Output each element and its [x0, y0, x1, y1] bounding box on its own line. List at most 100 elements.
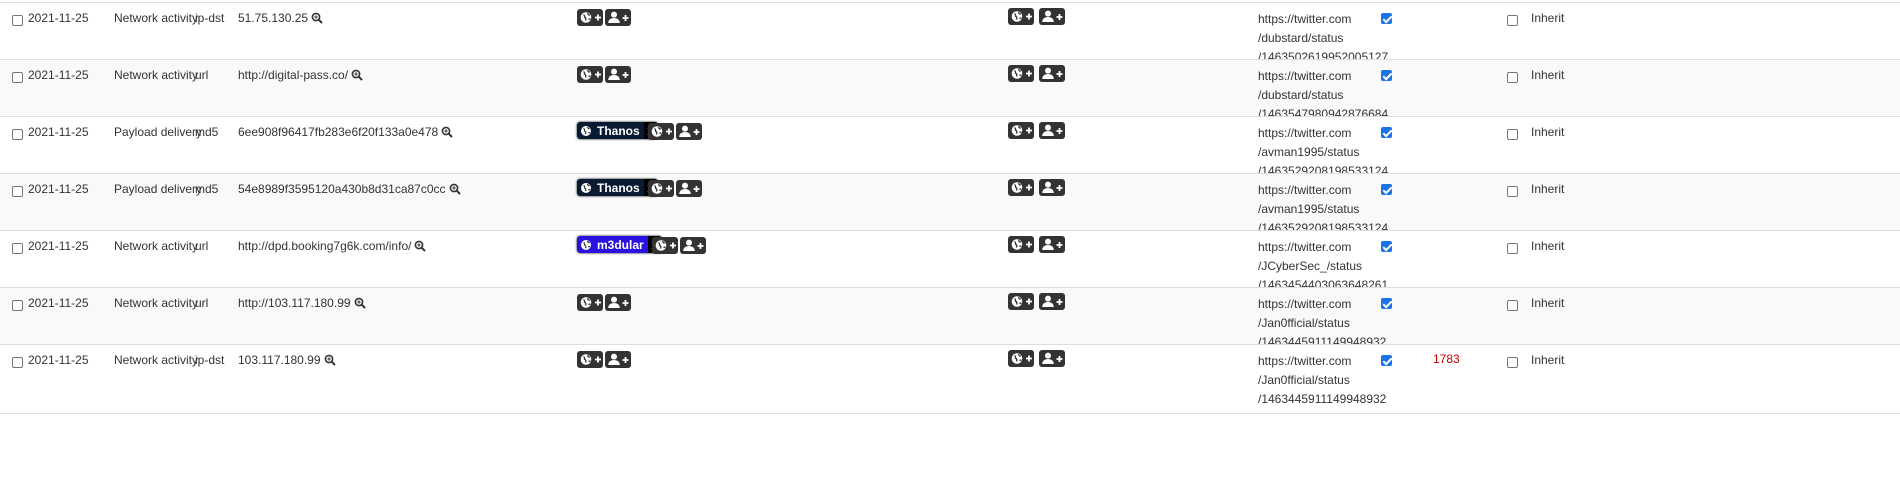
- add-galaxy-button[interactable]: [577, 9, 603, 26]
- add-galaxy-button[interactable]: [1008, 179, 1034, 196]
- add-tag-button[interactable]: [1039, 65, 1065, 82]
- correlate-checkbox[interactable]: [1507, 357, 1518, 368]
- add-tag-button[interactable]: [1039, 350, 1065, 367]
- value-text: 103.117.180.99: [238, 353, 321, 367]
- correlate-checkbox[interactable]: [1507, 72, 1518, 83]
- tag-label[interactable]: Thanos: [577, 122, 644, 139]
- add-galaxy-button[interactable]: [577, 294, 603, 311]
- type-cell: ip-dst: [195, 11, 225, 25]
- type-cell: url: [195, 68, 209, 82]
- add-tag-button[interactable]: [676, 123, 702, 140]
- count-cell[interactable]: 1783: [1433, 352, 1460, 366]
- reference-line: https://twitter.com: [1258, 354, 1352, 368]
- category-cell: Payload delivery: [114, 182, 203, 196]
- row-select-checkbox[interactable]: [12, 300, 23, 311]
- add-tag-button[interactable]: [605, 294, 631, 311]
- date-cell: 2021-11-25: [28, 353, 89, 367]
- add-tag-button[interactable]: [605, 9, 631, 26]
- add-tag-button[interactable]: [1039, 122, 1065, 139]
- to-ids-checkbox[interactable]: [1381, 355, 1392, 366]
- add-galaxy-button[interactable]: [1008, 122, 1034, 139]
- magnifier-icon[interactable]: [414, 240, 427, 252]
- tag-name: Thanos: [597, 180, 640, 195]
- to-ids-checkbox[interactable]: [1381, 70, 1392, 81]
- distribution-cell: Inherit: [1531, 239, 1565, 253]
- tag-thanos[interactable]: Thanosx: [577, 122, 658, 139]
- value-cell: 103.117.180.99: [238, 352, 336, 368]
- category-cell: Network activity: [114, 353, 199, 367]
- correlate-checkbox[interactable]: [1507, 186, 1518, 197]
- magnifier-icon[interactable]: [324, 354, 336, 366]
- row-select-checkbox[interactable]: [12, 357, 23, 368]
- add-galaxy-button[interactable]: [648, 180, 674, 197]
- tag-m3dular[interactable]: m3dularx: [577, 236, 662, 253]
- row-select-checkbox[interactable]: [12, 72, 23, 83]
- reference-line: /JCyberSec_/status: [1258, 259, 1363, 273]
- add-tag-button[interactable]: [1039, 293, 1065, 310]
- to-ids-checkbox[interactable]: [1381, 127, 1392, 138]
- add-tag-button[interactable]: [605, 66, 631, 83]
- tag-thanos[interactable]: Thanosx: [577, 179, 658, 196]
- add-galaxy-button[interactable]: [1008, 8, 1034, 25]
- date-cell: 2021-11-25: [28, 239, 89, 253]
- reference-cell: https://twitter.com/Jan0fficial/status/1…: [1258, 352, 1386, 409]
- category-cell: Network activity: [114, 68, 199, 82]
- row-select-checkbox[interactable]: [12, 129, 23, 140]
- distribution-cell: Inherit: [1531, 11, 1565, 25]
- add-galaxy-button[interactable]: [577, 66, 603, 83]
- type-cell: url: [195, 296, 209, 310]
- add-tag-button[interactable]: [1039, 179, 1065, 196]
- type-cell: md5: [195, 182, 219, 196]
- tag-label[interactable]: Thanos: [577, 179, 644, 196]
- add-galaxy-button[interactable]: [648, 123, 674, 140]
- add-tag-button[interactable]: [676, 180, 702, 197]
- add-galaxy-button[interactable]: [1008, 236, 1034, 253]
- category-cell: Payload delivery: [114, 125, 203, 139]
- to-ids-checkbox[interactable]: [1381, 298, 1392, 309]
- tag-label[interactable]: m3dular: [577, 236, 648, 253]
- add-tag-button[interactable]: [680, 237, 706, 254]
- add-galaxy-button[interactable]: [1008, 350, 1034, 367]
- correlate-checkbox[interactable]: [1507, 15, 1518, 26]
- globe-icon: [580, 239, 592, 251]
- magnifier-icon[interactable]: [441, 126, 453, 138]
- date-cell: 2021-11-25: [28, 182, 89, 196]
- value-text: http://dpd.booking7g6k.com/info/: [238, 239, 412, 253]
- add-tag-button[interactable]: [605, 351, 631, 368]
- category-cell: Network activity: [114, 296, 199, 310]
- magnifier-icon[interactable]: [449, 183, 461, 195]
- correlate-checkbox[interactable]: [1507, 300, 1518, 311]
- value-cell: http://digital-pass.co/: [238, 67, 363, 83]
- attributes-table: 2021-11-25 Network activity ip-dst 51.75.13…: [0, 0, 1900, 487]
- add-galaxy-button[interactable]: [652, 237, 678, 254]
- magnifier-icon[interactable]: [354, 297, 366, 309]
- to-ids-checkbox[interactable]: [1381, 13, 1392, 24]
- row-select-checkbox[interactable]: [12, 15, 23, 26]
- distribution-cell: Inherit: [1531, 353, 1565, 367]
- row-select-checkbox[interactable]: [12, 243, 23, 254]
- magnifier-icon[interactable]: [351, 69, 363, 81]
- correlate-checkbox[interactable]: [1507, 243, 1518, 254]
- correlate-checkbox[interactable]: [1507, 129, 1518, 140]
- to-ids-checkbox[interactable]: [1381, 184, 1392, 195]
- add-galaxy-button[interactable]: [1008, 65, 1034, 82]
- category-cell: Network activity: [114, 11, 199, 25]
- distribution-cell: Inherit: [1531, 125, 1565, 139]
- magnifier-icon[interactable]: [311, 12, 323, 24]
- value-cell: http://103.117.180.99: [238, 295, 366, 311]
- row-select-checkbox[interactable]: [12, 186, 23, 197]
- reference-line: /dubstard/status: [1258, 88, 1344, 102]
- table-row: 2021-11-25 Network activity ip-dst 103.117.…: [0, 344, 1900, 414]
- add-galaxy-button[interactable]: [577, 351, 603, 368]
- add-galaxy-button[interactable]: [1008, 293, 1034, 310]
- add-tag-button[interactable]: [1039, 8, 1065, 25]
- date-cell: 2021-11-25: [28, 11, 89, 25]
- reference-line: /Jan0fficial/status: [1258, 373, 1350, 387]
- value-text: http://103.117.180.99: [238, 296, 351, 310]
- type-cell: ip-dst: [195, 353, 225, 367]
- reference-line: https://twitter.com: [1258, 12, 1352, 26]
- date-cell: 2021-11-25: [28, 68, 89, 82]
- add-tag-button[interactable]: [1039, 236, 1065, 253]
- reference-line: /avman1995/status: [1258, 145, 1360, 159]
- to-ids-checkbox[interactable]: [1381, 241, 1392, 252]
